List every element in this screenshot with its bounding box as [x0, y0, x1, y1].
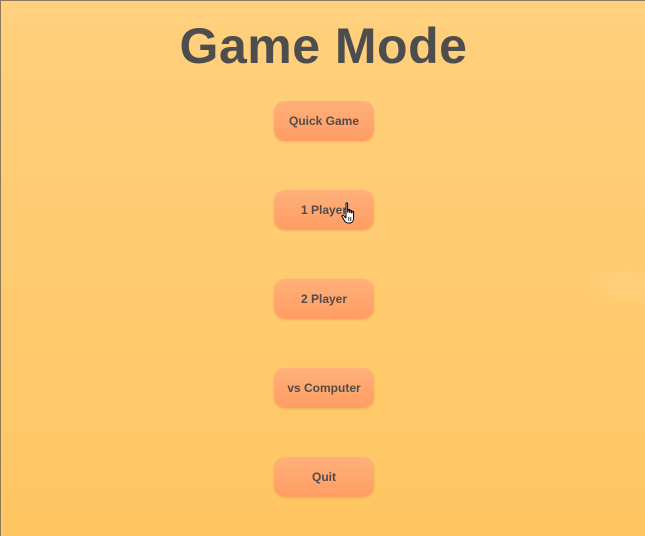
- two-player-button[interactable]: 2 Player: [274, 279, 374, 319]
- game-mode-screen: { "title": "Game Mode", "menu": { "items…: [0, 0, 645, 536]
- background-glow: [586, 263, 645, 309]
- game-mode-menu: Quick Game 1 Player 2 Player vs Computer…: [274, 101, 374, 536]
- page-title: Game Mode: [179, 18, 468, 74]
- quit-button[interactable]: Quit: [274, 457, 374, 497]
- vs-computer-button[interactable]: vs Computer: [274, 368, 374, 408]
- one-player-button[interactable]: 1 Player: [274, 190, 374, 230]
- quick-game-button[interactable]: Quick Game: [274, 101, 374, 141]
